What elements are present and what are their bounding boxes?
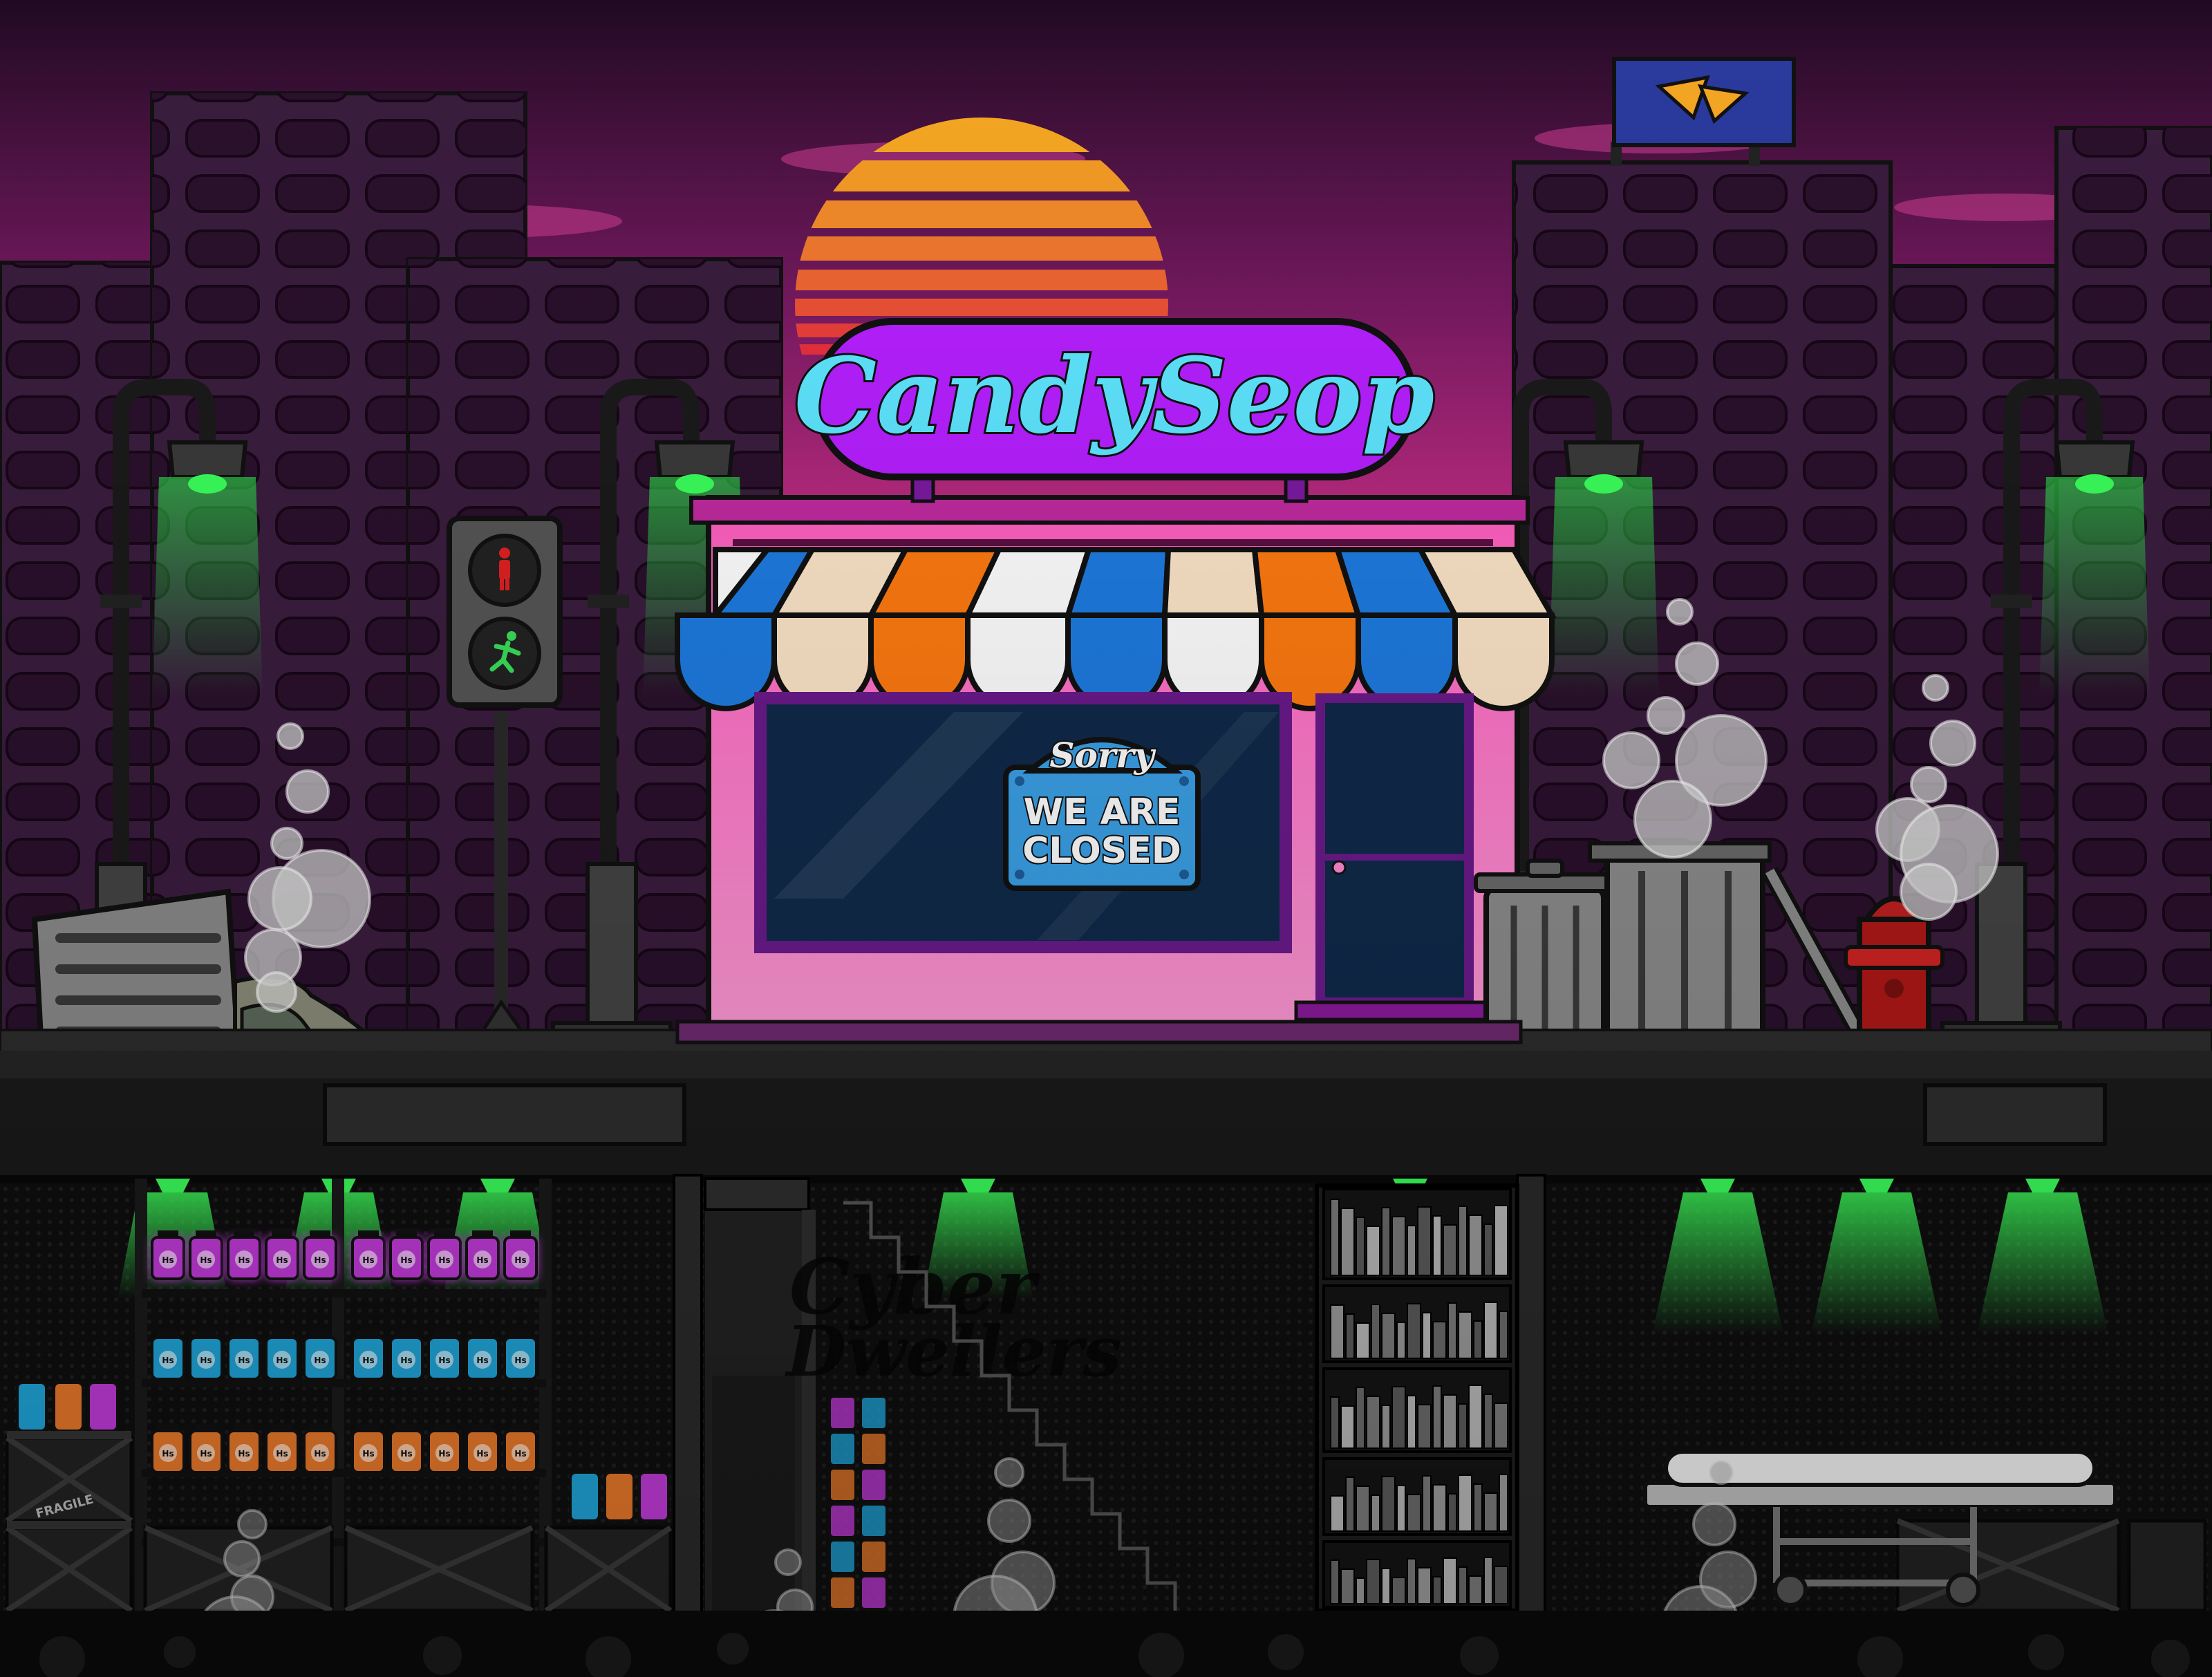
game-scene: CandySeop Sorry WE ARE CLOSED Hs Hs Hs H… xyxy=(0,0,2212,1677)
vignette-overlay xyxy=(0,0,2212,1677)
